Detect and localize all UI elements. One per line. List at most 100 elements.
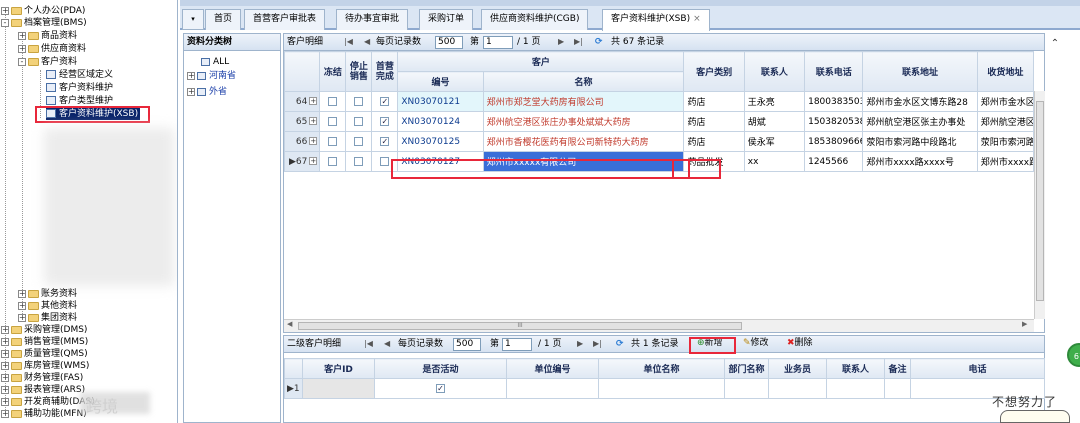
cell-phone[interactable]: 15038205385	[804, 111, 864, 132]
expand-icon[interactable]: +	[18, 31, 26, 40]
col-type[interactable]: 客户类别	[683, 51, 745, 92]
close-icon[interactable]: ×	[693, 14, 701, 24]
cell-customer-id[interactable]	[302, 378, 375, 399]
expand-icon[interactable]: +	[1, 397, 9, 406]
nav-item-qms[interactable]: + 质量管理(QMS)	[1, 348, 88, 360]
tab-todo-approval[interactable]: 待办事宜审批	[336, 9, 409, 30]
table-row[interactable]: 64 + ✓ XN03070121 郑州市郑芝堂大药房有限公司 药店 王永亮 18…	[283, 91, 1035, 112]
cell-code[interactable]: XN03070125	[397, 131, 484, 152]
nav-item-supplier[interactable]: + 供应商资料	[18, 43, 86, 55]
col-contact[interactable]: 联系人	[743, 51, 806, 92]
nav-item-goods[interactable]: + 商品资料	[18, 30, 77, 42]
cell-ship[interactable]: 郑州航空港区	[976, 111, 1035, 132]
col-first-done[interactable]: 首营完成	[371, 51, 399, 92]
frozen-checkbox[interactable]	[328, 136, 338, 146]
cell-dept-name[interactable]	[724, 378, 769, 399]
col-active[interactable]: 是否活动	[374, 358, 507, 379]
horizontal-scrollbar[interactable]: ◀ III ▶	[284, 319, 1034, 332]
prev-page-icon[interactable]: ◀	[384, 339, 390, 348]
cell-salesman[interactable]	[768, 378, 827, 399]
first-done-checkbox[interactable]: ✓	[380, 116, 390, 126]
nav-item-dms[interactable]: + 采购管理(DMS)	[1, 324, 87, 336]
first-done-checkbox[interactable]: ✓	[380, 96, 390, 106]
collapse-icon[interactable]: -	[1, 18, 9, 27]
scroll-left-icon[interactable]: ◀	[287, 320, 292, 328]
nav-item-wms[interactable]: + 库房管理(WMS)	[1, 360, 89, 372]
page-size-input[interactable]: 500	[435, 36, 463, 49]
expand-icon[interactable]: +	[309, 137, 318, 145]
expand-icon[interactable]: +	[18, 289, 26, 298]
prev-page-icon[interactable]: ◀	[364, 37, 370, 46]
first-page-icon[interactable]: |◀	[364, 339, 373, 348]
cell-unit-name[interactable]	[598, 378, 725, 399]
col-stop-sale[interactable]: 停止销售	[345, 51, 373, 92]
cell-unit-code[interactable]	[506, 378, 599, 399]
cell-address[interactable]: 郑州市金水区文博东路28	[862, 91, 978, 112]
col-contact[interactable]: 联系人	[826, 358, 885, 379]
first-done-checkbox[interactable]	[380, 156, 390, 166]
tab-supplier-maint-cgb[interactable]: 供应商资料维护(CGB)	[481, 9, 589, 30]
page-input[interactable]: 1	[483, 36, 513, 49]
frozen-checkbox[interactable]	[328, 116, 338, 126]
cell-contact[interactable]: 胡斌	[743, 111, 806, 132]
expand-icon[interactable]: +	[309, 157, 318, 165]
nav-item-group[interactable]: + 集团资料	[18, 312, 77, 324]
page-input[interactable]: 1	[502, 338, 532, 351]
expand-icon[interactable]: +	[1, 337, 9, 346]
expand-icon[interactable]: +	[187, 87, 195, 96]
cell-type[interactable]: 药店	[683, 91, 745, 112]
expand-icon[interactable]: +	[1, 6, 9, 15]
col-dept-name[interactable]: 部门名称	[724, 358, 769, 379]
cell-remark[interactable]	[884, 378, 911, 399]
col-customer-id[interactable]: 客户ID	[302, 358, 375, 379]
first-done-checkbox[interactable]: ✓	[380, 136, 390, 146]
page-size-input[interactable]: 500	[453, 338, 481, 351]
cell-code[interactable]: XN03070121	[397, 91, 484, 112]
cell-name[interactable]: 郑州市郑芝堂大药房有限公司	[482, 91, 685, 112]
scroll-thumb[interactable]	[1036, 101, 1044, 301]
table-row[interactable]: ▶1 ✓	[284, 378, 1045, 399]
col-phone[interactable]: 电话	[910, 358, 1045, 379]
nav-item-mms[interactable]: + 销售管理(MMS)	[1, 336, 88, 348]
expand-icon[interactable]: +	[309, 117, 318, 125]
col-salesman[interactable]: 业务员	[768, 358, 827, 379]
col-frozen[interactable]: 冻结	[319, 51, 347, 92]
table-row[interactable]: 65 + ✓ XN03070124 郑州航空港区张庄办事处斌斌大药房 药店 胡斌 …	[283, 111, 1035, 132]
cell-ship[interactable]: 郑州市金水区	[976, 91, 1035, 112]
active-checkbox[interactable]: ✓	[436, 383, 445, 393]
stop-sale-checkbox[interactable]	[354, 116, 364, 126]
cell-name[interactable]: 郑州市香樱花医药有限公司新特药大药房	[482, 131, 685, 152]
cell-contact[interactable]: 王永亮	[743, 91, 806, 112]
nav-item-ars[interactable]: + 报表管理(ARS)	[1, 384, 85, 396]
tab-dropdown-icon[interactable]: ▾	[182, 9, 204, 30]
nav-item-fas[interactable]: + 财务管理(FAS)	[1, 372, 83, 384]
cell-phone[interactable]: 18003835035	[804, 91, 864, 112]
next-page-icon[interactable]: ▶	[558, 37, 564, 46]
cell-ship[interactable]: 郑州市xxxx路	[976, 151, 1035, 172]
cell-address[interactable]: 郑州航空港区张主办事处	[862, 111, 978, 132]
frozen-checkbox[interactable]	[328, 156, 338, 166]
stop-sale-checkbox[interactable]	[354, 96, 364, 106]
cell-type[interactable]: 药店	[683, 131, 745, 152]
last-page-icon[interactable]: ▶|	[593, 339, 602, 348]
tab-customer-maint-xsb[interactable]: 客户资料维护(XSB) ×	[602, 9, 710, 31]
expand-icon[interactable]: +	[18, 301, 26, 310]
last-page-icon[interactable]: ▶|	[574, 37, 583, 46]
nav-item-customer-maint[interactable]: 客户资料维护	[46, 82, 113, 94]
stop-sale-checkbox[interactable]	[354, 156, 364, 166]
vertical-scrollbar[interactable]	[1034, 91, 1045, 319]
col-ship-address[interactable]: 收货地址	[976, 51, 1035, 92]
cell-contact[interactable]: 侯永军	[743, 131, 806, 152]
cell-phone[interactable]: 18538096662	[804, 131, 864, 152]
nav-item-mfn[interactable]: + 辅助功能(MFN)	[1, 408, 87, 420]
category-other-province[interactable]: + 外省	[187, 86, 227, 98]
nav-item-other[interactable]: + 其他资料	[18, 300, 77, 312]
expand-icon[interactable]: +	[1, 409, 9, 418]
cell-phone[interactable]: 1245566	[804, 151, 864, 172]
category-all[interactable]: ALL	[201, 56, 229, 68]
nav-item-bms[interactable]: - 档案管理(BMS)	[1, 17, 87, 29]
stop-sale-checkbox[interactable]	[354, 136, 364, 146]
col-address[interactable]: 联系地址	[862, 51, 978, 92]
tab-purchase-order[interactable]: 采购订单	[419, 9, 474, 30]
col-unit-name[interactable]: 单位名称	[598, 358, 725, 379]
